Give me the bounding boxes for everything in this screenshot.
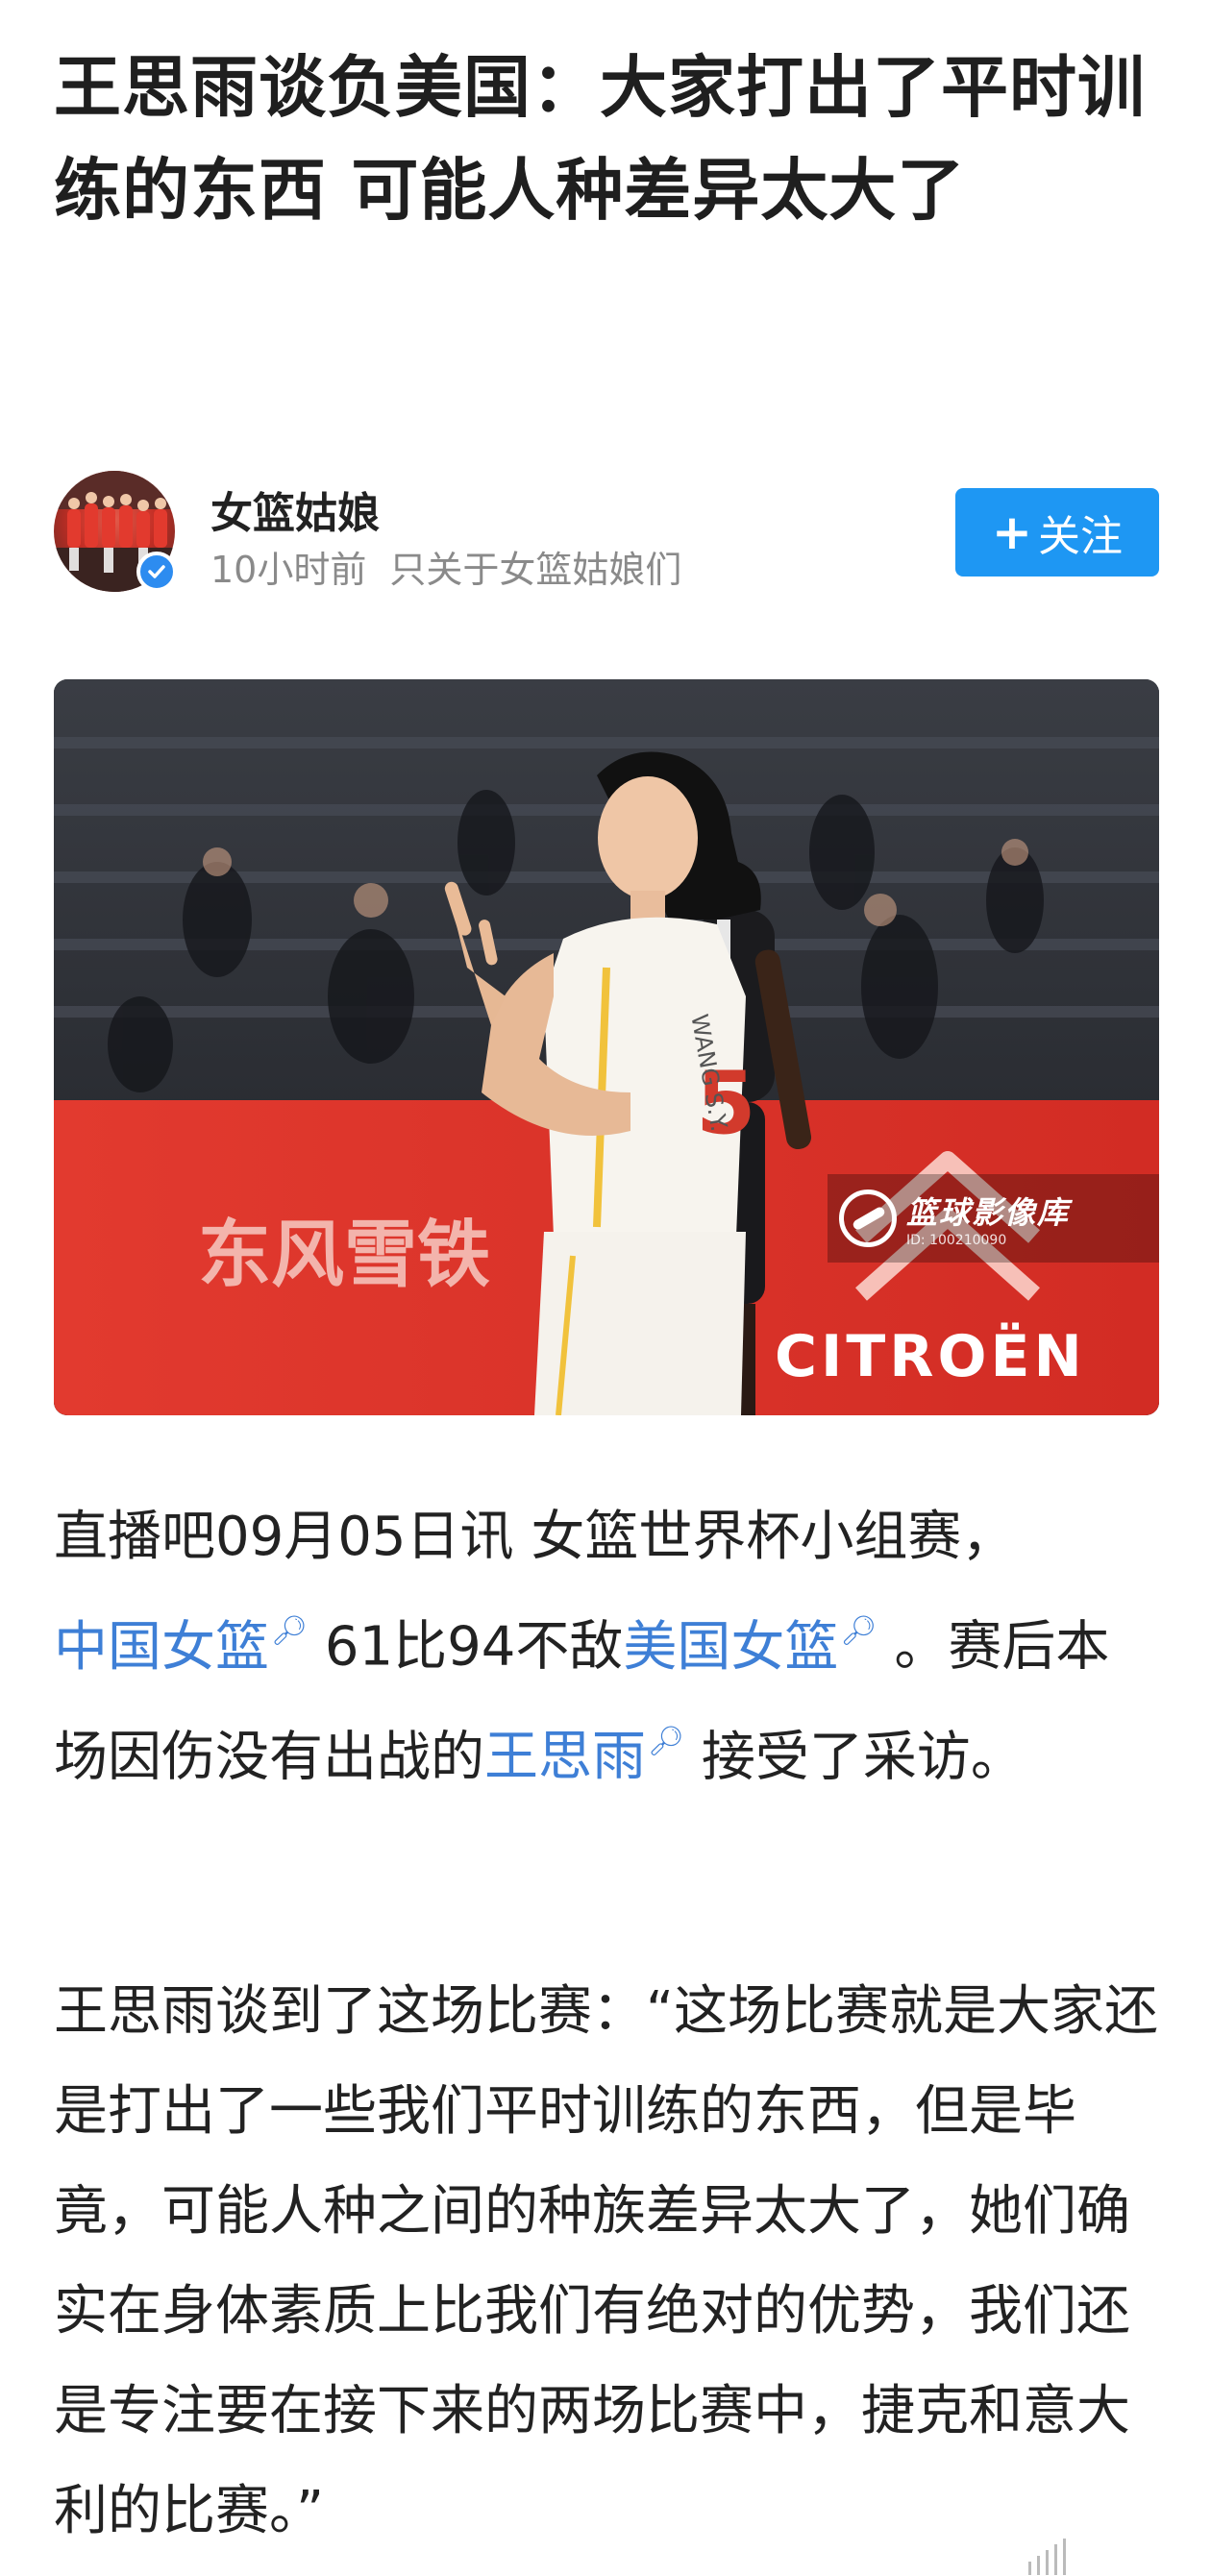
- article-title: 王思雨谈负美国：大家打出了平时训练的东西 可能人种差异太大了: [54, 48, 1146, 230]
- article-photo[interactable]: 东风雪铁 CITROËN 5 WANG S.Y. 篮球影像库 ID: 10021…: [54, 679, 1159, 1415]
- link-team-b[interactable]: 美国女篮🔎︎: [623, 1614, 877, 1679]
- follow-button[interactable]: + 关注: [955, 488, 1159, 577]
- link-team-a-label: 中国女篮: [54, 1615, 269, 1679]
- paragraph-1-intro: 直播吧09月05日讯 女篮世界杯小组赛，: [54, 1506, 1016, 1568]
- author-row: 女篮姑娘 10小时前 只关于女篮姑娘们 + 关注: [54, 471, 1159, 596]
- link-player[interactable]: 王思雨🔎︎: [484, 1724, 685, 1789]
- author-tagline: 只关于女篮姑娘们: [389, 549, 682, 591]
- watermark-title: 篮球影像库: [906, 1194, 1071, 1231]
- watermark-id: ID: 100210090: [906, 1233, 1007, 1248]
- more-options-icon[interactable]: [1028, 2537, 1066, 2575]
- author-meta: 10小时前 只关于女篮姑娘们: [210, 540, 681, 593]
- post-time: 10小时前: [210, 549, 367, 591]
- photo-scene: 东风雪铁 CITROËN 5 WANG S.Y.: [54, 679, 1159, 1415]
- link-team-a[interactable]: 中国女篮🔎︎: [54, 1614, 309, 1679]
- photo-watermark: 篮球影像库 ID: 100210090: [828, 1174, 1159, 1263]
- follow-label: 关注: [1037, 512, 1123, 561]
- paragraph-1-end: 接受了采访。: [684, 1726, 1025, 1789]
- plus-icon: +: [992, 504, 1032, 560]
- verified-check-icon: [136, 552, 177, 592]
- link-player-label: 王思雨: [484, 1726, 646, 1789]
- paragraph-1: 直播吧09月05日讯 女篮世界杯小组赛， 中国女篮🔎︎ 61比94不敌美国女篮🔎︎…: [54, 1487, 1159, 1807]
- author-name[interactable]: 女篮姑娘: [210, 478, 380, 540]
- search-magnifier-icon: 🔎︎: [648, 1724, 685, 1758]
- search-magnifier-icon: 🔎︎: [840, 1614, 877, 1648]
- paragraph-2: 王思雨谈到了这场比赛：“这场比赛就是大家还是打出了一些我们平时训练的东西，但是毕…: [54, 1980, 1159, 2542]
- sponsor-logo-text: CITROËN: [775, 1321, 1086, 1390]
- paragraph-1-score: 61比94不敌: [308, 1615, 624, 1679]
- banner-text: 东风雪铁: [198, 1212, 490, 1297]
- article-page: 王思雨谈负美国：大家打出了平时训练的东西 可能人种差异太大了 女篮姑娘 10小时…: [0, 0, 1211, 2576]
- link-team-b-label: 美国女篮: [623, 1615, 839, 1679]
- watermark-logo-icon: [839, 1190, 897, 1247]
- search-magnifier-icon: 🔎︎: [271, 1614, 309, 1648]
